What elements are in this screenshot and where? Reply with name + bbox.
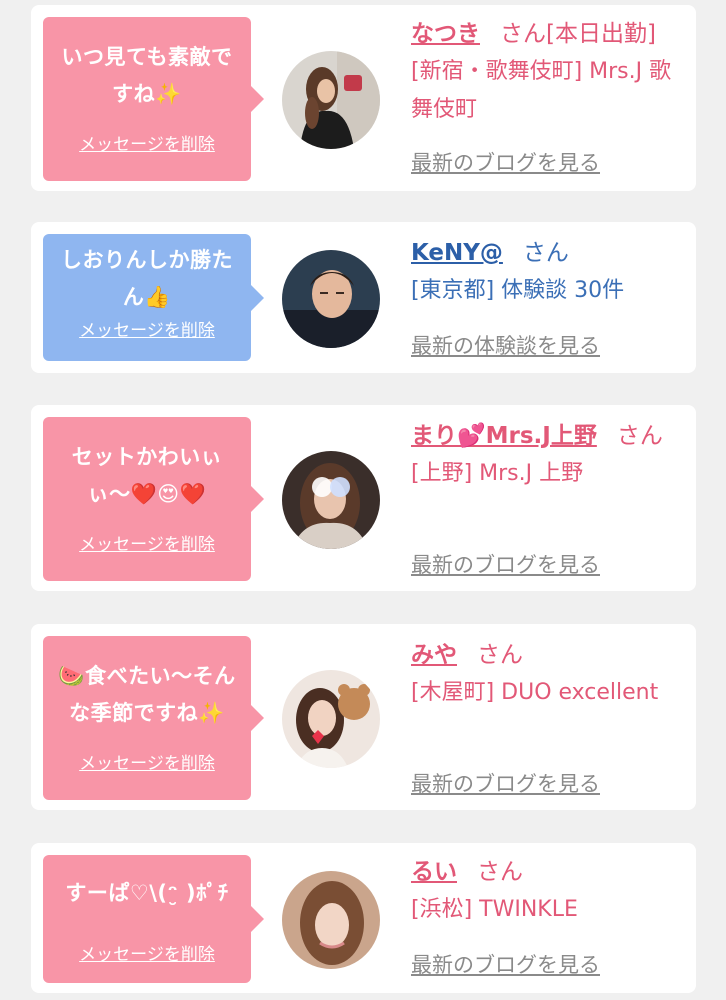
honorific: さん xyxy=(477,859,523,885)
user-name-link[interactable]: KeNY@ xyxy=(411,240,503,266)
shop-detail: [新宿・歌舞伎町] Mrs.J 歌舞伎町 xyxy=(411,59,672,122)
message-bubble: セットかわいぃぃ〜❤️😍❤️ メッセージを削除 xyxy=(43,417,264,581)
message-text: すーぱ♡\(ᵔ̮ )ﾎﾟﾁ xyxy=(65,881,229,905)
user-name-link[interactable]: るい xyxy=(411,859,457,885)
message-card: しおりんしか勝たん👍 メッセージを削除 KeNY@ さん [東京都] 体験談 30… xyxy=(31,222,696,373)
user-info: なつき さん[本日出勤] [新宿・歌舞伎町] Mrs.J 歌舞伎町 xyxy=(411,15,678,129)
user-info: みや さん [木屋町] DUO excellent xyxy=(411,636,678,712)
latest-blog-link[interactable]: 最新のブログを見る xyxy=(411,549,600,579)
user-name-link[interactable]: みや xyxy=(411,642,457,668)
message-bubble: すーぱ♡\(ᵔ̮ )ﾎﾟﾁ メッセージを削除 xyxy=(43,855,264,983)
delete-message-link[interactable]: メッセージを削除 xyxy=(43,749,251,774)
avatar[interactable] xyxy=(282,250,380,348)
message-text: セットかわいぃぃ〜❤️😍❤️ xyxy=(71,445,223,506)
user-info: まり💕Mrs.J上野 さん [上野] Mrs.J 上野 xyxy=(411,417,678,493)
honorific: さん xyxy=(616,423,663,449)
message-bubble: いつ見ても素敵ですね✨ メッセージを削除 xyxy=(43,17,264,181)
avatar[interactable] xyxy=(282,51,380,149)
avatar[interactable] xyxy=(282,871,380,969)
latest-review-link[interactable]: 最新の体験談を見る xyxy=(411,330,600,360)
user-info: KeNY@ さん [東京都] 体験談 30件 xyxy=(411,234,678,310)
honorific: さん xyxy=(500,21,546,47)
user-info: るい さん [浜松] TWINKLE xyxy=(411,853,678,929)
status-text: [本日出勤] xyxy=(546,21,656,47)
message-card: セットかわいぃぃ〜❤️😍❤️ メッセージを削除 まり💕Mrs.J上野 さん [上野… xyxy=(31,405,696,591)
avatar[interactable] xyxy=(282,451,380,549)
message-bubble: 🍉食べたい〜そんな季節ですね✨ メッセージを削除 xyxy=(43,636,264,800)
message-list: いつ見ても素敵ですね✨ メッセージを削除 なつき さん[本日出勤] [新宿・歌舞伎… xyxy=(0,0,726,1000)
shop-detail: [上野] Mrs.J 上野 xyxy=(411,461,584,486)
message-card: すーぱ♡\(ᵔ̮ )ﾎﾟﾁ メッセージを削除 るい さん [浜松] TWINKLE… xyxy=(31,843,696,993)
message-card: いつ見ても素敵ですね✨ メッセージを削除 なつき さん[本日出勤] [新宿・歌舞伎… xyxy=(31,5,696,191)
delete-message-link[interactable]: メッセージを削除 xyxy=(43,130,251,155)
delete-message-link[interactable]: メッセージを削除 xyxy=(43,316,251,341)
honorific: さん xyxy=(522,240,569,266)
shop-detail: [浜松] TWINKLE xyxy=(411,897,578,922)
latest-blog-link[interactable]: 最新のブログを見る xyxy=(411,949,600,979)
honorific: さん xyxy=(477,642,523,668)
message-bubble: しおりんしか勝たん👍 メッセージを削除 xyxy=(43,234,264,361)
latest-blog-link[interactable]: 最新のブログを見る xyxy=(411,147,600,177)
user-name-link[interactable]: なつき xyxy=(411,21,480,47)
message-text: 🍉食べたい〜そんな季節ですね✨ xyxy=(58,664,236,725)
delete-message-link[interactable]: メッセージを削除 xyxy=(43,940,251,965)
user-name-link[interactable]: まり💕Mrs.J上野 xyxy=(411,423,597,449)
shop-detail: [東京都] 体験談 30件 xyxy=(411,278,625,303)
message-text: いつ見ても素敵ですね✨ xyxy=(61,45,233,106)
message-card: 🍉食べたい〜そんな季節ですね✨ メッセージを削除 みや さん [木屋町] DUO … xyxy=(31,624,696,810)
latest-blog-link[interactable]: 最新のブログを見る xyxy=(411,768,600,798)
delete-message-link[interactable]: メッセージを削除 xyxy=(43,530,251,555)
avatar[interactable] xyxy=(282,670,380,768)
message-text: しおりんしか勝たん👍 xyxy=(61,248,233,309)
shop-detail: [木屋町] DUO excellent xyxy=(411,680,659,705)
